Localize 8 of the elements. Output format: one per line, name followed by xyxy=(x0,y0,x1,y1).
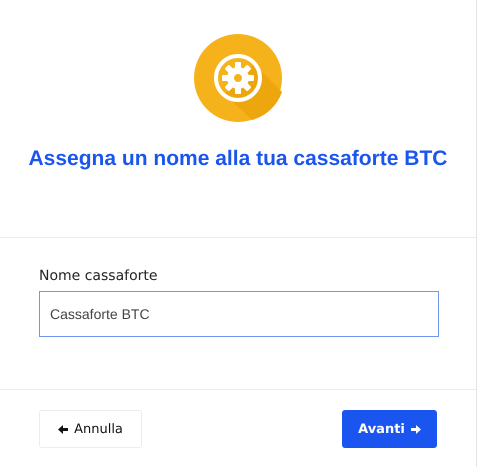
field-label: Nome cassaforte xyxy=(39,268,159,284)
vault-name-field[interactable]: Cassaforte BTC xyxy=(39,291,439,337)
page-title: Assegna un nome alla tua cassaforte BTC xyxy=(28,146,448,172)
arrow-right-icon xyxy=(410,424,421,434)
arrow-left-icon xyxy=(58,424,68,434)
cancel-button[interactable]: Annulla xyxy=(39,410,142,448)
vault-icon xyxy=(194,34,282,122)
next-button[interactable]: Avanti xyxy=(342,410,437,448)
